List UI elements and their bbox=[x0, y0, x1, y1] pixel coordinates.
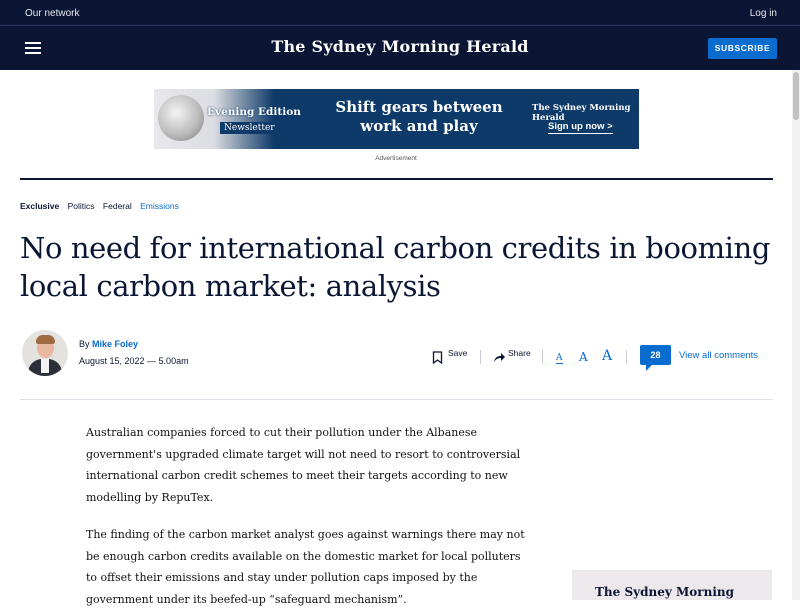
sidebar-ad-brand: The Sydney Morning Herald bbox=[595, 585, 735, 600]
save-button[interactable]: Save bbox=[448, 348, 467, 358]
ad-evening-title: Evening Edition bbox=[207, 106, 301, 118]
article-tags: Exclusive Politics Federal Emissions bbox=[20, 201, 185, 211]
login-link[interactable]: Log in bbox=[750, 8, 777, 19]
ad-brand: The Sydney Morning Herald bbox=[532, 103, 631, 123]
font-size-small-button[interactable]: A bbox=[556, 353, 563, 364]
share-icon[interactable] bbox=[493, 352, 506, 363]
our-network-link[interactable]: Our network bbox=[25, 8, 79, 19]
moon-image bbox=[158, 95, 204, 141]
page-scrollbar[interactable] bbox=[792, 70, 800, 600]
newsletter-advertisement[interactable]: Evening Edition Newsletter Shift gears b… bbox=[154, 89, 639, 149]
tag-exclusive: Exclusive bbox=[20, 201, 60, 211]
ad-newsletter-badge: Newsletter bbox=[220, 122, 279, 134]
sidebar-advertisement[interactable]: The Sydney Morning Herald bbox=[572, 570, 772, 600]
byline-divider bbox=[20, 399, 773, 400]
ad-signup-link[interactable]: Sign up now > bbox=[548, 121, 613, 134]
section-divider bbox=[20, 178, 773, 180]
bookmark-icon[interactable] bbox=[432, 351, 443, 364]
author-avatar[interactable] bbox=[22, 330, 68, 376]
font-size-large-button[interactable]: A bbox=[602, 348, 612, 364]
tag-federal[interactable]: Federal bbox=[103, 201, 132, 211]
byline: By Mike Foley bbox=[79, 339, 138, 349]
tag-emissions[interactable]: Emissions bbox=[140, 201, 179, 211]
advertisement-label: Advertisement bbox=[375, 155, 417, 162]
tag-politics[interactable]: Politics bbox=[68, 201, 95, 211]
article-paragraph: Australian companies forced to cut their… bbox=[86, 426, 521, 504]
top-network-bar: Our network Log in bbox=[0, 0, 800, 26]
byline-prefix: By bbox=[79, 339, 90, 349]
publish-date: August 15, 2022 — 5.00am bbox=[79, 356, 189, 366]
font-size-medium-button[interactable]: A bbox=[579, 350, 588, 364]
main-navbar: The Sydney Morning Herald SUBSCRIBE bbox=[0, 26, 800, 70]
comment-count-badge[interactable]: 28 bbox=[640, 345, 671, 371]
author-link[interactable]: Mike Foley bbox=[92, 339, 138, 349]
article-paragraph: The finding of the carbon market analyst… bbox=[86, 528, 525, 606]
article-headline: No need for international carbon credits… bbox=[20, 231, 770, 303]
masthead-logo[interactable]: The Sydney Morning Herald bbox=[0, 37, 800, 56]
scrollbar-thumb[interactable] bbox=[793, 72, 799, 120]
ad-headline: Shift gears between work and play bbox=[335, 98, 503, 135]
view-all-comments-link[interactable]: View all comments bbox=[679, 350, 758, 361]
subscribe-button[interactable]: SUBSCRIBE bbox=[708, 38, 777, 59]
share-button[interactable]: Share bbox=[508, 348, 531, 358]
